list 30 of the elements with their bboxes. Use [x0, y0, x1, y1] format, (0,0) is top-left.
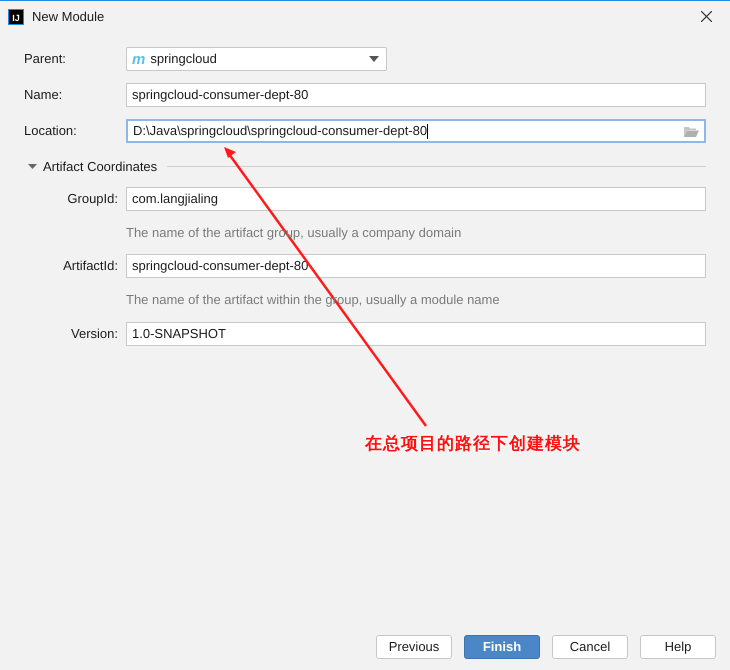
close-icon[interactable]: [701, 11, 712, 22]
field-value: D:\Java\springcloud\springcloud-consumer-dept-80: [133, 122, 430, 141]
annotation-text: 在总项目的路径下创建模块: [365, 433, 581, 455]
parent-dropdown[interactable]: m springcloud: [126, 47, 387, 71]
dialog-button[interactable]: Cancel: [552, 635, 628, 659]
text-field[interactable]: springcloud-consumer-dept-80: [126, 254, 706, 278]
field-label: GroupId:: [67, 190, 118, 208]
section-title: Artifact Coordinates: [43, 158, 158, 176]
text-field[interactable]: springcloud-consumer-dept-80: [126, 83, 706, 107]
parent-value: springcloud: [150, 50, 217, 68]
dropdown-caret-icon: [369, 56, 379, 62]
dialog-button[interactable]: Finish: [464, 635, 540, 659]
field-label: ArtifactId:: [63, 257, 118, 276]
field-label: Version:: [71, 324, 118, 343]
field-label: Name:: [24, 86, 64, 104]
field-value: 1.0-SNAPSHOT: [132, 324, 227, 343]
maven-letter: m: [132, 52, 146, 66]
field-label: Parent:: [24, 50, 67, 68]
text-field[interactable]: com.langjialing: [126, 186, 706, 210]
app-logo: IJ: [8, 8, 24, 24]
field-label: Location:: [24, 122, 78, 140]
collapse-triangle-icon[interactable]: [28, 162, 37, 172]
dialog-button[interactable]: Previous: [376, 635, 452, 659]
field-value: springcloud-consumer-dept-80: [132, 86, 310, 104]
field-value: com.langjialing: [132, 190, 219, 208]
text-field[interactable]: D:\Java\springcloud\springcloud-consumer-dept-80: [126, 119, 706, 143]
field-value: springcloud-consumer-dept-80: [132, 257, 310, 276]
window-title: New Module: [32, 8, 104, 26]
dialog-button[interactable]: Help: [640, 635, 716, 659]
text-field[interactable]: 1.0-SNAPSHOT: [126, 322, 706, 346]
